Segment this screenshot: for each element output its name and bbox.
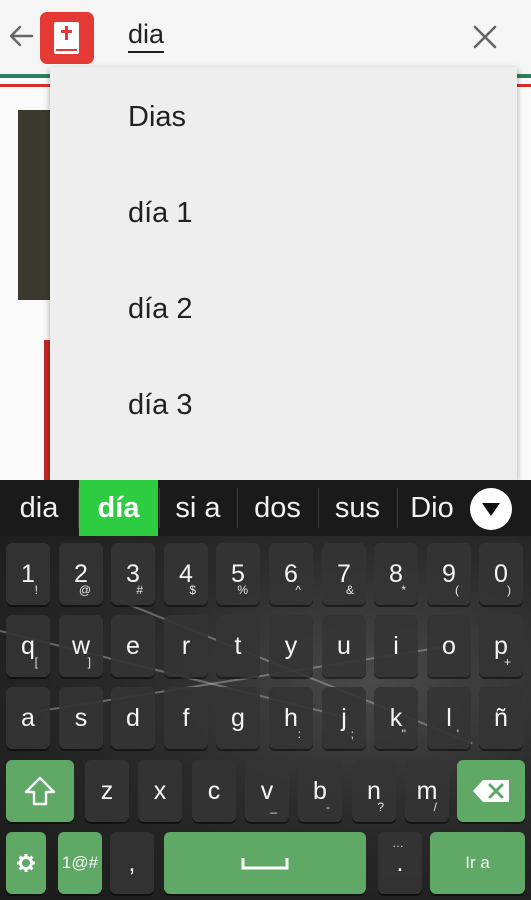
key-f[interactable]: f bbox=[164, 687, 208, 749]
backspace-key[interactable] bbox=[457, 760, 525, 822]
suggestion-item[interactable]: Dias bbox=[50, 69, 517, 165]
key-7[interactable]: 7 & bbox=[322, 543, 366, 605]
key-t[interactable]: t bbox=[216, 615, 260, 677]
suggestion-item[interactable]: día 3 bbox=[50, 357, 517, 453]
expand-suggestions-button[interactable] bbox=[470, 488, 512, 530]
settings-key[interactable] bbox=[6, 832, 46, 894]
key-m[interactable]: m / bbox=[405, 760, 449, 822]
go-enter-key[interactable]: Ir a bbox=[430, 832, 525, 894]
search-bar: dia bbox=[0, 0, 531, 74]
key-q[interactable]: q[ bbox=[6, 615, 50, 677]
key-h[interactable]: h: bbox=[269, 687, 313, 749]
word-suggestion[interactable]: dia bbox=[2, 480, 76, 536]
close-icon bbox=[473, 25, 497, 49]
shift-arrow-icon bbox=[24, 776, 56, 806]
word-suggestion[interactable]: sus bbox=[319, 480, 396, 536]
key-l[interactable]: l ' bbox=[427, 687, 471, 749]
key-b[interactable]: b- bbox=[298, 760, 342, 822]
key-z[interactable]: z bbox=[85, 760, 129, 822]
key-p[interactable]: p + bbox=[479, 615, 523, 677]
key-2[interactable]: 2 @ bbox=[59, 543, 103, 605]
word-suggestion[interactable]: si a bbox=[160, 480, 236, 536]
shift-key[interactable] bbox=[6, 760, 74, 822]
back-button[interactable] bbox=[4, 16, 38, 56]
key-v[interactable]: v _ bbox=[245, 760, 289, 822]
spacebar-icon bbox=[241, 858, 289, 870]
period-key[interactable]: . … bbox=[378, 832, 422, 894]
triangle-down-icon bbox=[482, 503, 500, 516]
search-input[interactable]: dia bbox=[128, 18, 165, 53]
key-u[interactable]: u bbox=[322, 615, 366, 677]
key-ñ[interactable]: ñ bbox=[479, 687, 523, 749]
key-s[interactable]: s bbox=[59, 687, 103, 749]
key-8[interactable]: 8 * bbox=[374, 543, 418, 605]
word-suggestion-selected[interactable]: día bbox=[79, 480, 158, 536]
key-9[interactable]: 9( bbox=[427, 543, 471, 605]
key-a[interactable]: a bbox=[6, 687, 50, 749]
word-suggestion[interactable]: Dio bbox=[398, 480, 466, 536]
suggestion-item[interactable]: día 2 bbox=[50, 261, 517, 357]
comma-key[interactable]: , bbox=[110, 832, 154, 894]
key-o[interactable]: o bbox=[427, 615, 471, 677]
key-3[interactable]: 3 # bbox=[111, 543, 155, 605]
key-6[interactable]: 6 ^ bbox=[269, 543, 313, 605]
key-g[interactable]: g bbox=[216, 687, 260, 749]
key-e[interactable]: e bbox=[111, 615, 155, 677]
key-d[interactable]: d bbox=[111, 687, 155, 749]
key-1[interactable]: 1! bbox=[6, 543, 50, 605]
key-0[interactable]: 0) bbox=[479, 543, 523, 605]
clear-search-button[interactable] bbox=[466, 18, 504, 56]
word-suggestion[interactable]: dos bbox=[238, 480, 317, 536]
key-x[interactable]: x bbox=[138, 760, 182, 822]
suggestion-item[interactable]: día 1 bbox=[50, 165, 517, 261]
key-j[interactable]: j; bbox=[322, 687, 366, 749]
key-4[interactable]: 4 $ bbox=[164, 543, 208, 605]
bible-icon[interactable] bbox=[40, 12, 94, 64]
key-k[interactable]: k " bbox=[374, 687, 418, 749]
space-key[interactable] bbox=[164, 832, 366, 894]
arrow-left-icon bbox=[9, 25, 34, 47]
background-image-card bbox=[18, 110, 54, 300]
key-c[interactable]: c bbox=[192, 760, 236, 822]
backspace-icon bbox=[473, 780, 509, 802]
search-suggestions-dropdown: Dias día 1 día 2 día 3 bbox=[50, 67, 517, 480]
key-y[interactable]: y bbox=[269, 615, 313, 677]
key-5[interactable]: 5% bbox=[216, 543, 260, 605]
key-n[interactable]: n? bbox=[352, 760, 396, 822]
gear-icon bbox=[17, 854, 35, 872]
key-w[interactable]: w] bbox=[59, 615, 103, 677]
symbols-key[interactable]: 1@# bbox=[58, 832, 102, 894]
key-r[interactable]: r bbox=[164, 615, 208, 677]
suggestion-strip: dia día si a dos sus Dio bbox=[0, 480, 531, 536]
key-i[interactable]: i bbox=[374, 615, 418, 677]
soft-keyboard: dia día si a dos sus Dio 1! 2 @3 #4 $5% 6 ^ 7 & 8… bbox=[0, 480, 531, 900]
